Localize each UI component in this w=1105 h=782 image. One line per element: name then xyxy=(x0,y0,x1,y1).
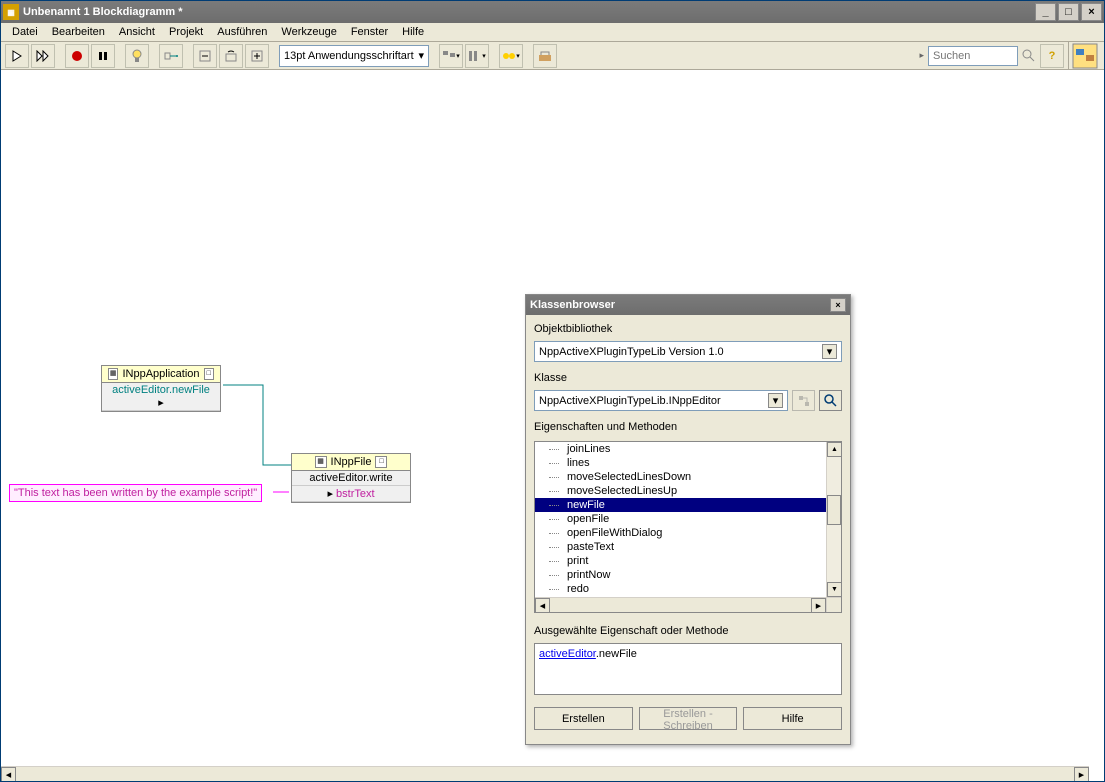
vi-icon[interactable] xyxy=(1068,42,1100,70)
pause-button[interactable] xyxy=(91,44,115,68)
scroll-down-icon[interactable]: ▼ xyxy=(827,582,841,597)
automation-icon: ▦ xyxy=(108,368,118,380)
node-inppfile[interactable]: ▦ INppFile □ activeEditor.write ▸ bstrTe… xyxy=(291,453,411,503)
string-constant[interactable]: "This text has been written by the examp… xyxy=(9,484,262,502)
selected-property-box: activeEditor.newFile xyxy=(534,643,842,695)
minimize-button[interactable]: _ xyxy=(1035,3,1056,21)
select-class-button[interactable] xyxy=(792,390,815,411)
node-title: INppApplication xyxy=(122,368,199,380)
list-item[interactable]: openFileWithDialog xyxy=(535,526,826,540)
list-item[interactable]: openFile xyxy=(535,512,826,526)
scroll-up-icon[interactable]: ▲ xyxy=(827,442,841,457)
scroll-right-icon[interactable]: ▶ xyxy=(811,598,826,613)
align-button[interactable]: ▾ xyxy=(439,44,463,68)
class-select[interactable]: NppActiveXPluginTypeLib.INppEditor ▾ xyxy=(534,390,788,411)
list-item[interactable]: joinLines xyxy=(535,442,826,456)
selected-property-label: Ausgewählte Eigenschaft oder Methode xyxy=(534,625,842,637)
selected-property-link[interactable]: activeEditor xyxy=(539,648,596,660)
font-label: 13pt Anwendungsschriftart xyxy=(284,50,414,62)
scroll-right-icon[interactable]: ▶ xyxy=(1074,767,1089,781)
search-go-icon[interactable]: ▸ xyxy=(919,50,924,61)
list-horizontal-scrollbar[interactable]: ◀ ▶ xyxy=(535,597,841,612)
menu-projekt[interactable]: Projekt xyxy=(162,24,210,40)
menu-ausfuehren[interactable]: Ausführen xyxy=(210,24,274,40)
menu-hilfe[interactable]: Hilfe xyxy=(395,24,431,40)
menu-ansicht[interactable]: Ansicht xyxy=(112,24,162,40)
menubar: Datei Bearbeiten Ansicht Projekt Ausführ… xyxy=(1,23,1104,42)
search-class-button[interactable] xyxy=(819,390,842,411)
run-button[interactable] xyxy=(5,44,29,68)
class-browser-window: Klassenbrowser × Objektbibliothek NppAct… xyxy=(525,294,851,745)
maximize-button[interactable]: □ xyxy=(1058,3,1079,21)
properties-methods-list: joinLines lines moveSelectedLinesDown mo… xyxy=(534,441,842,613)
node-method-row[interactable]: activeEditor.newFile ▸ xyxy=(102,383,220,411)
ref-out-icon: □ xyxy=(204,368,214,380)
automation-icon: ▦ xyxy=(315,456,327,468)
dropdown-icon: ▾ xyxy=(768,393,783,408)
app-icon: ▦ xyxy=(3,4,19,20)
node-method-row[interactable]: activeEditor.write xyxy=(292,471,410,486)
dropdown-icon: ▾ xyxy=(822,344,837,359)
run-continuous-button[interactable] xyxy=(31,44,55,68)
menu-bearbeiten[interactable]: Bearbeiten xyxy=(45,24,112,40)
block-diagram-canvas[interactable]: ▦ INppApplication □ activeEditor.newFile… xyxy=(1,70,1104,781)
menu-datei[interactable]: Datei xyxy=(5,24,45,40)
object-library-select[interactable]: NppActiveXPluginTypeLib Version 1.0 ▾ xyxy=(534,341,842,362)
create-write-button: Erstellen - Schreiben xyxy=(639,707,738,730)
node-title: INppFile xyxy=(331,456,372,468)
scroll-left-icon[interactable]: ◀ xyxy=(1,767,16,781)
font-selector[interactable]: 13pt Anwendungsschriftart ▾ xyxy=(279,45,429,67)
menu-werkzeuge[interactable]: Werkzeuge xyxy=(274,24,343,40)
window-title: Unbenannt 1 Blockdiagramm * xyxy=(23,6,1035,18)
selected-property-rest: .newFile xyxy=(596,648,637,660)
list-item[interactable]: redo xyxy=(535,582,826,596)
node-inppapplication[interactable]: ▦ INppApplication □ activeEditor.newFile… xyxy=(101,365,221,412)
object-library-label: Objektbibliothek xyxy=(534,323,842,335)
search-icon[interactable] xyxy=(1022,49,1036,63)
step-out-button[interactable] xyxy=(245,44,269,68)
canvas-horizontal-scrollbar[interactable]: ◀ ▶ xyxy=(1,766,1089,781)
step-into-button[interactable] xyxy=(193,44,217,68)
class-label: Klasse xyxy=(534,372,842,384)
properties-methods-label: Eigenschaften und Methoden xyxy=(534,421,842,433)
menu-fenster[interactable]: Fenster xyxy=(344,24,395,40)
reorder-button[interactable] xyxy=(533,44,557,68)
list-item[interactable]: moveSelectedLinesUp xyxy=(535,484,826,498)
retain-wire-button[interactable] xyxy=(159,44,183,68)
list-item[interactable]: print xyxy=(535,554,826,568)
dropdown-icon: ▾ xyxy=(418,49,424,62)
help-button[interactable]: ? xyxy=(1040,44,1064,68)
titlebar: ▦ Unbenannt 1 Blockdiagramm * _ □ × xyxy=(1,1,1104,23)
class-browser-title: Klassenbrowser xyxy=(530,299,615,311)
highlight-button[interactable] xyxy=(125,44,149,68)
step-over-button[interactable] xyxy=(219,44,243,68)
list-vertical-scrollbar[interactable]: ▲ ▼ xyxy=(826,442,841,597)
list-item-selected[interactable]: newFile xyxy=(535,498,826,512)
close-button[interactable]: × xyxy=(1081,3,1102,21)
help-button[interactable]: Hilfe xyxy=(743,707,842,730)
node-param-row[interactable]: ▸ bstrText xyxy=(292,486,410,502)
create-button[interactable]: Erstellen xyxy=(534,707,633,730)
list-item[interactable]: printNow xyxy=(535,568,826,582)
list-item[interactable]: lines xyxy=(535,456,826,470)
distribute-button[interactable]: ▾ xyxy=(465,44,489,68)
class-browser-titlebar[interactable]: Klassenbrowser × xyxy=(526,295,850,315)
close-icon[interactable]: × xyxy=(830,298,846,312)
search-input[interactable] xyxy=(928,46,1018,66)
cleanup-button[interactable]: ▾ xyxy=(499,44,523,68)
scroll-thumb[interactable] xyxy=(827,495,841,525)
ref-out-icon: □ xyxy=(375,456,387,468)
toolbar: 13pt Anwendungsschriftart ▾ ▾ ▾ ▾ ▸ ? xyxy=(1,42,1104,70)
list-item[interactable]: moveSelectedLinesDown xyxy=(535,470,826,484)
main-window: ▦ Unbenannt 1 Blockdiagramm * _ □ × Date… xyxy=(0,0,1105,782)
abort-button[interactable] xyxy=(65,44,89,68)
scroll-left-icon[interactable]: ◀ xyxy=(535,598,550,613)
list-item[interactable]: pasteText xyxy=(535,540,826,554)
